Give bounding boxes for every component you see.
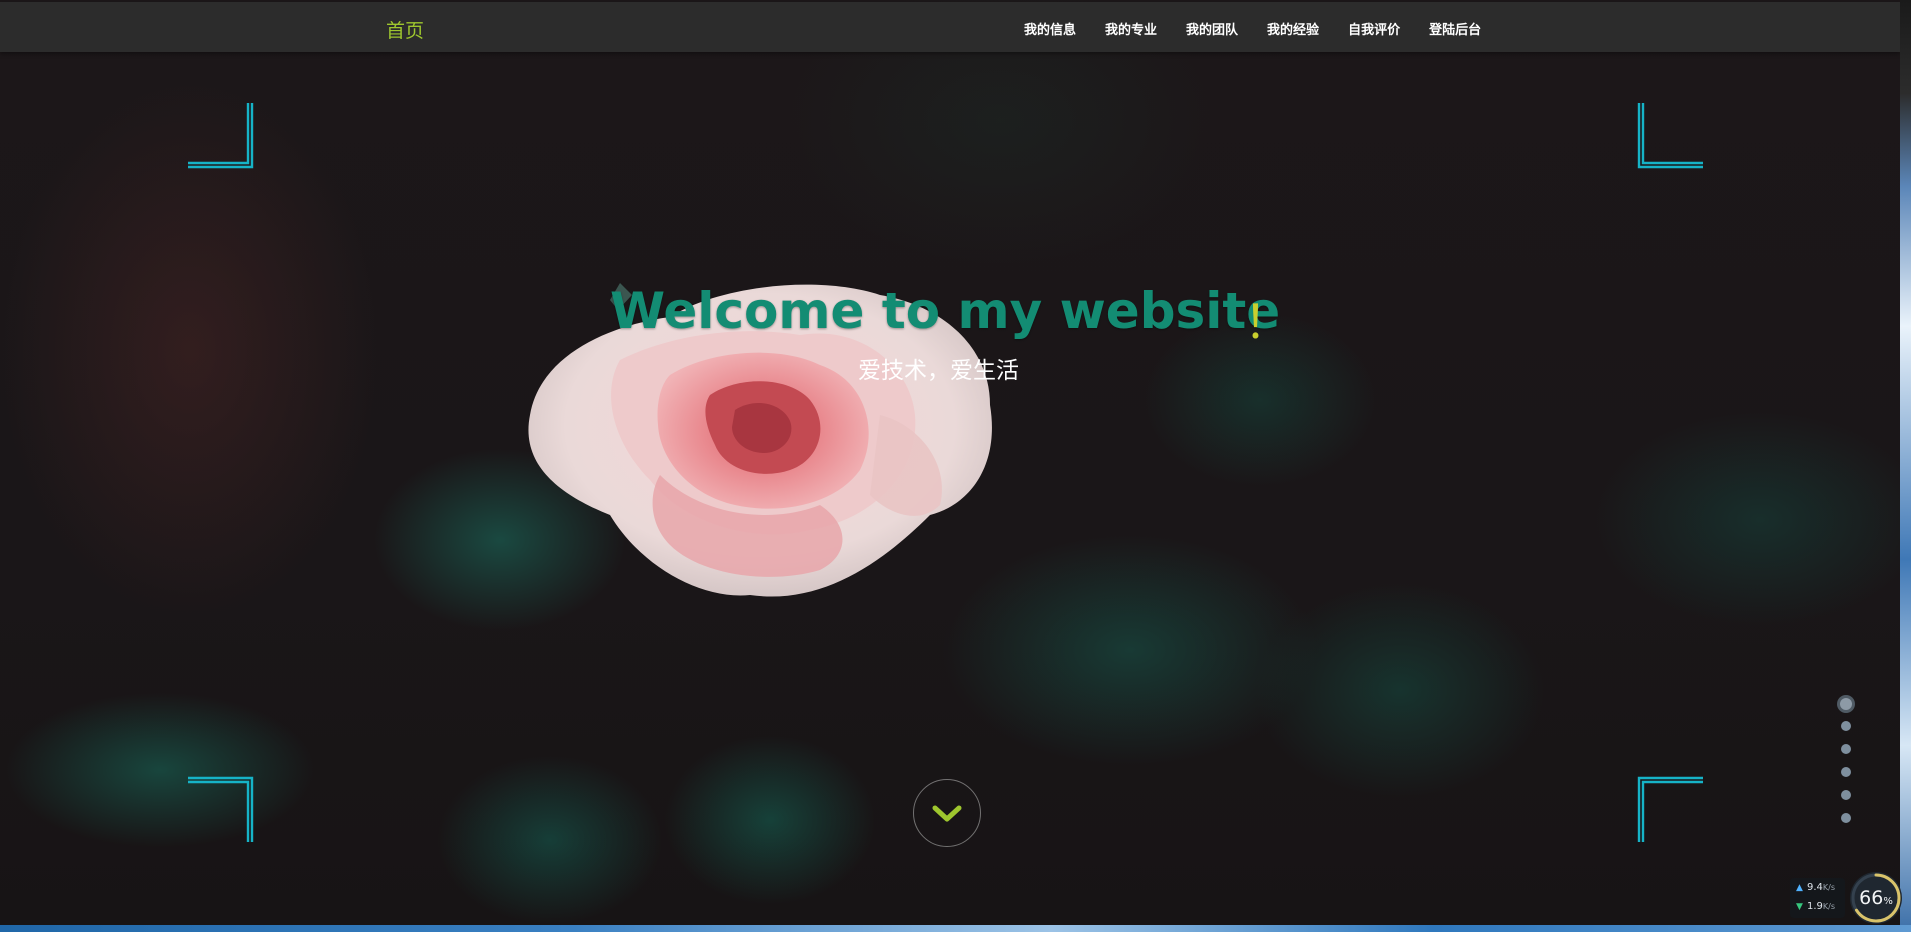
- nav-item-admin-login[interactable]: 登陆后台: [1429, 19, 1481, 38]
- download-arrow-icon: ▼: [1796, 901, 1803, 912]
- top-navbar: 首页 我的信息 我的专业 我的团队 我的经验 自我评价 登陆后台: [0, 2, 1900, 52]
- nav-home-link[interactable]: 首页: [386, 16, 424, 43]
- hero-exclamation: ！: [1244, 295, 1290, 349]
- hero-subtitle: 爱技术，爱生活: [858, 358, 1019, 384]
- upload-value: 9.4: [1807, 882, 1823, 893]
- taskbar-edge: [0, 925, 1911, 932]
- network-monitor-widget[interactable]: ▲ 9.4 K/s ▼ 1.9 K/s 66%: [1790, 872, 1902, 924]
- nav-menu: 我的信息 我的专业 我的团队 我的经验 自我评价 登陆后台: [1024, 19, 1510, 38]
- nav-item-my-team[interactable]: 我的团队: [1186, 19, 1238, 38]
- download-speed: ▼ 1.9 K/s: [1790, 897, 1845, 916]
- chevron-down-icon: [932, 805, 962, 822]
- nav-item-my-major[interactable]: 我的专业: [1105, 19, 1157, 38]
- section-dot-4[interactable]: [1841, 767, 1851, 777]
- upload-unit: K/s: [1822, 883, 1836, 892]
- section-dot-6[interactable]: [1841, 813, 1851, 823]
- usage-unit: %: [1883, 896, 1893, 907]
- corner-frame-top-left: [186, 101, 254, 169]
- section-dot-5[interactable]: [1841, 790, 1851, 800]
- desktop-edge: [1900, 0, 1911, 932]
- corner-frame-bottom-right: [1637, 776, 1705, 844]
- section-dot-2[interactable]: [1841, 721, 1851, 731]
- download-value: 1.9: [1807, 901, 1823, 912]
- hero-title: Welcome to my website: [610, 282, 1281, 340]
- corner-frame-top-right: [1637, 101, 1705, 169]
- corner-frame-bottom-left: [186, 776, 254, 844]
- usage-value: 66: [1859, 887, 1884, 909]
- upload-speed: ▲ 9.4 K/s: [1790, 878, 1845, 897]
- section-pagination: [1837, 698, 1855, 836]
- usage-gauge: 66%: [1850, 872, 1902, 924]
- nav-item-self-evaluation[interactable]: 自我评价: [1348, 19, 1400, 38]
- usage-readout: 66%: [1850, 887, 1902, 909]
- section-dot-1[interactable]: [1840, 698, 1852, 710]
- section-dot-3[interactable]: [1841, 744, 1851, 754]
- upload-arrow-icon: ▲: [1796, 882, 1803, 893]
- nav-item-my-info[interactable]: 我的信息: [1024, 19, 1076, 38]
- download-unit: K/s: [1822, 902, 1836, 911]
- scroll-down-button[interactable]: [913, 779, 981, 847]
- nav-item-my-experience[interactable]: 我的经验: [1267, 19, 1319, 38]
- network-speeds: ▲ 9.4 K/s ▼ 1.9 K/s: [1790, 878, 1845, 918]
